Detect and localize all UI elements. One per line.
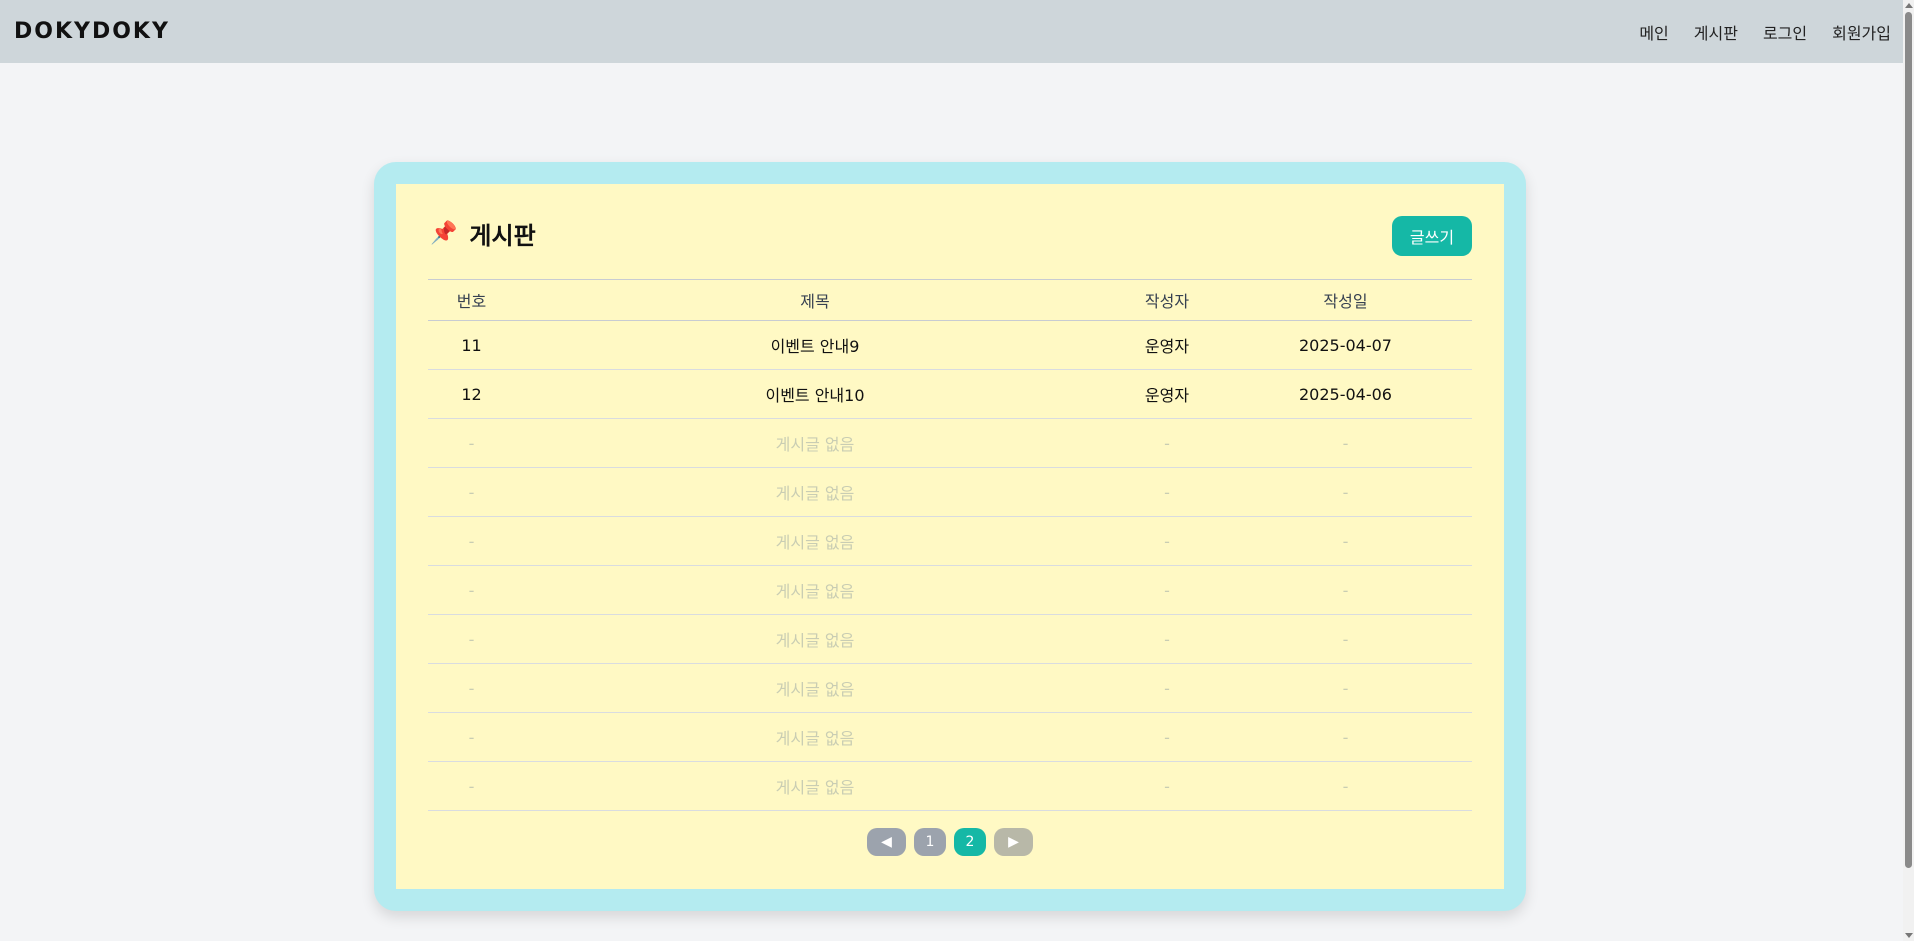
column-header-number: 번호 xyxy=(428,279,515,321)
post-date: - xyxy=(1219,761,1472,811)
column-header-date: 작성일 xyxy=(1219,279,1472,321)
board-heading: 📌 게시판 xyxy=(430,216,536,251)
post-date: - xyxy=(1219,614,1472,664)
empty-row: - 게시글 없음 - - xyxy=(428,516,1472,566)
post-title: 게시글 없음 xyxy=(515,761,1115,811)
scroll-up-arrow-icon[interactable] xyxy=(1905,3,1913,8)
post-number: - xyxy=(428,565,515,615)
write-post-button[interactable]: 글쓰기 xyxy=(1392,216,1472,256)
page-1-button[interactable]: 1 xyxy=(914,828,946,856)
nav-login[interactable]: 로그인 xyxy=(1763,20,1807,44)
board-card: 📌 게시판 글쓰기 번호 제목 작성자 작성일 11 이벤트 안내9 운영자 2… xyxy=(374,162,1526,911)
pagination: ◀ 1 2 ▶ xyxy=(396,828,1504,856)
pushpin-icon: 📌 xyxy=(430,220,458,246)
next-page-button[interactable]: ▶ xyxy=(994,828,1033,856)
post-author: - xyxy=(1115,663,1219,713)
table-header-row: 번호 제목 작성자 작성일 xyxy=(428,279,1472,321)
post-author: - xyxy=(1115,565,1219,615)
post-title[interactable]: 이벤트 안내10 xyxy=(515,369,1115,419)
post-date: 2025-04-06 xyxy=(1219,369,1472,419)
post-author: 운영자 xyxy=(1115,369,1219,419)
post-author: - xyxy=(1115,516,1219,566)
empty-row: - 게시글 없음 - - xyxy=(428,712,1472,762)
nav-signup[interactable]: 회원가입 xyxy=(1832,20,1891,44)
post-date: - xyxy=(1219,712,1472,762)
post-title: 게시글 없음 xyxy=(515,467,1115,517)
site-logo[interactable]: DOKYDOKY xyxy=(14,19,170,44)
empty-row: - 게시글 없음 - - xyxy=(428,418,1472,468)
post-date: - xyxy=(1219,467,1472,517)
post-author: - xyxy=(1115,761,1219,811)
empty-row: - 게시글 없음 - - xyxy=(428,614,1472,664)
post-table: 번호 제목 작성자 작성일 11 이벤트 안내9 운영자 2025-04-07 … xyxy=(428,279,1472,811)
nav-board[interactable]: 게시판 xyxy=(1694,20,1738,44)
main-nav: 메인 게시판 로그인 회원가입 xyxy=(1639,20,1891,44)
post-title[interactable]: 이벤트 안내9 xyxy=(515,320,1115,370)
post-date: - xyxy=(1219,516,1472,566)
empty-row: - 게시글 없음 - - xyxy=(428,565,1472,615)
post-date: 2025-04-07 xyxy=(1219,320,1472,370)
post-number: - xyxy=(428,614,515,664)
post-author: - xyxy=(1115,418,1219,468)
post-number: - xyxy=(428,663,515,713)
post-author: - xyxy=(1115,614,1219,664)
post-number: 11 xyxy=(428,320,515,370)
post-number: - xyxy=(428,516,515,566)
vertical-scrollbar[interactable] xyxy=(1903,0,1914,941)
post-title: 게시글 없음 xyxy=(515,418,1115,468)
post-title: 게시글 없음 xyxy=(515,565,1115,615)
prev-page-button[interactable]: ◀ xyxy=(867,828,906,856)
scrollbar-thumb[interactable] xyxy=(1905,12,1912,868)
post-number: - xyxy=(428,712,515,762)
table-row[interactable]: 12 이벤트 안내10 운영자 2025-04-06 xyxy=(428,369,1472,419)
table-row[interactable]: 11 이벤트 안내9 운영자 2025-04-07 xyxy=(428,320,1472,370)
page-title: 게시판 xyxy=(469,222,536,250)
post-number: - xyxy=(428,761,515,811)
post-number: - xyxy=(428,467,515,517)
empty-row: - 게시글 없음 - - xyxy=(428,467,1472,517)
board-panel: 📌 게시판 글쓰기 번호 제목 작성자 작성일 11 이벤트 안내9 운영자 2… xyxy=(396,184,1504,889)
post-title: 게시글 없음 xyxy=(515,614,1115,664)
post-date: - xyxy=(1219,565,1472,615)
post-title: 게시글 없음 xyxy=(515,663,1115,713)
post-title: 게시글 없음 xyxy=(515,712,1115,762)
post-title: 게시글 없음 xyxy=(515,516,1115,566)
post-number: - xyxy=(428,418,515,468)
empty-row: - 게시글 없음 - - xyxy=(428,663,1472,713)
post-date: - xyxy=(1219,663,1472,713)
post-author: - xyxy=(1115,712,1219,762)
post-author: 운영자 xyxy=(1115,320,1219,370)
post-author: - xyxy=(1115,467,1219,517)
post-number: 12 xyxy=(428,369,515,419)
top-header: DOKYDOKY 메인 게시판 로그인 회원가입 xyxy=(0,0,1903,63)
empty-row: - 게시글 없음 - - xyxy=(428,761,1472,811)
post-date: - xyxy=(1219,418,1472,468)
column-header-title: 제목 xyxy=(515,279,1115,321)
column-header-author: 작성자 xyxy=(1115,279,1219,321)
scroll-down-arrow-icon[interactable] xyxy=(1905,933,1913,938)
nav-main[interactable]: 메인 xyxy=(1639,20,1668,44)
page-2-button[interactable]: 2 xyxy=(954,828,986,856)
